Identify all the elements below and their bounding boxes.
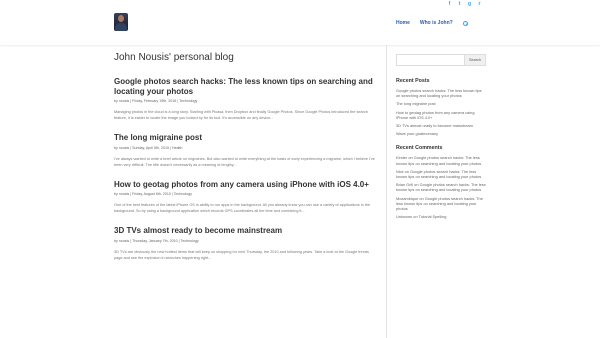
post-excerpt: Managing photos in the cloud is a long s…	[114, 110, 368, 120]
post-title[interactable]: Google photos search hacks: The less kno…	[114, 77, 376, 96]
recent-post-link-text[interactable]: How to geotag photos from any camera usi…	[396, 110, 475, 120]
sidebar-search: Search	[396, 54, 486, 66]
facebook-icon[interactable]: f	[447, 2, 452, 7]
recent-post-link[interactable]: The long migraine post	[396, 101, 486, 106]
widget-title: Recent Comments	[396, 145, 443, 152]
post-title[interactable]: How to geotag photos from any camera usi…	[114, 180, 376, 190]
recent-post-link[interactable]: 3D TVs almost ready to become mainstream	[396, 123, 486, 128]
content-divider	[386, 45, 387, 338]
recent-comment[interactable]: Kinder on Google photos search hacks: Th…	[396, 155, 486, 165]
avatar-body	[115, 23, 127, 31]
post-meta: by nousis|Friday, February 19th, 2016|Te…	[114, 99, 198, 103]
recent-comments-widget: Recent Comments Kinder on Google photos …	[396, 145, 486, 219]
post-meta: by nousis|Friday, August 6th, 2010|Techn…	[114, 192, 192, 196]
recent-post-link-text[interactable]: The long migraine post	[396, 101, 436, 106]
sidebar: Search Recent Posts Google photos search…	[396, 54, 486, 228]
nav-who-is-john[interactable]: Who is John?	[420, 20, 453, 26]
post-author[interactable]: nousis	[119, 239, 129, 243]
recent-posts-widget: Recent Posts Google photos search hacks:…	[396, 78, 486, 136]
post-item: How to geotag photos from any camera usi…	[114, 180, 376, 215]
post-date: Friday, February 19th, 2016	[132, 99, 177, 103]
social-links: f t g r	[447, 2, 482, 7]
post-excerpt: One of the best features of the latest i…	[114, 203, 371, 213]
recent-post-link-text[interactable]: 3D TVs almost ready to become mainstream	[396, 123, 473, 128]
search-icon[interactable]	[462, 20, 468, 26]
main-nav: Home Who is John?	[396, 20, 468, 26]
search-input[interactable]	[396, 54, 465, 66]
post-author[interactable]: nousis	[119, 192, 129, 196]
main-content: John Nousis' personal blog Google photos…	[114, 52, 376, 273]
recent-post-link[interactable]: How to geotag photos from any camera usi…	[396, 110, 486, 120]
post-date: Thursday, January 7th, 2010	[132, 238, 178, 243]
post-date: Sunday, April 5th, 2015	[132, 145, 170, 150]
post-author[interactable]: nousis	[119, 99, 129, 103]
post-item: 3D TVs almost ready to become mainstream…	[114, 226, 376, 261]
post-title[interactable]: 3D TVs almost ready to become mainstream	[114, 226, 376, 236]
post-meta: by nousis|Sunday, April 5th, 2015|Health	[114, 145, 183, 150]
post-category[interactable]: Technology	[179, 99, 197, 103]
recent-comment[interactable]: Unknown on Tutorial Spelling	[396, 214, 486, 219]
post-category[interactable]: Technology	[174, 192, 192, 196]
post-meta: by nousis|Thursday, January 7th, 2010|Te…	[114, 238, 199, 243]
post-excerpt: I've always wanted to write a brief arti…	[114, 156, 375, 167]
post-title[interactable]: The long migraine post	[114, 133, 376, 143]
post-excerpt: 3D TVs are obviously the new hottest ite…	[114, 249, 369, 260]
recent-post-link[interactable]: Google photos search hacks: The less kno…	[396, 88, 486, 98]
recent-comment[interactable]: Mozambique on Google photos search hacks…	[396, 196, 486, 212]
recent-comment[interactable]: Brian Grill on Google photos search hack…	[396, 182, 486, 192]
post-date: Friday, August 6th, 2010	[132, 192, 171, 196]
post-category[interactable]: Health	[172, 146, 182, 150]
widget-title: Recent Posts	[396, 78, 430, 84]
recent-post-link[interactable]: Wave your goatmomany	[396, 131, 486, 136]
rss-icon[interactable]: r	[477, 2, 482, 7]
page-title: John Nousis' personal blog	[114, 52, 234, 63]
avatar-head	[118, 15, 124, 22]
nav-home[interactable]: Home	[396, 20, 410, 26]
site-header: f t g r Home Who is John?	[0, 0, 600, 45]
recent-post-link-text[interactable]: Wave your goatmomany	[396, 131, 438, 136]
post-item: The long migraine post by nousis|Sunday,…	[114, 133, 376, 168]
google-plus-icon[interactable]: g	[467, 2, 472, 7]
search-button[interactable]: Search	[465, 54, 486, 66]
recent-post-link-text[interactable]: Google photos search hacks: The less kno…	[396, 88, 482, 98]
post-author[interactable]: nousis	[119, 146, 129, 150]
post-item: Google photos search hacks: The less kno…	[114, 77, 376, 121]
recent-comment[interactable]: Nick on Google photos search hacks: The …	[396, 169, 486, 179]
twitter-icon[interactable]: t	[457, 2, 462, 7]
site-logo-avatar[interactable]	[114, 13, 128, 31]
post-category[interactable]: Technology	[181, 239, 199, 243]
